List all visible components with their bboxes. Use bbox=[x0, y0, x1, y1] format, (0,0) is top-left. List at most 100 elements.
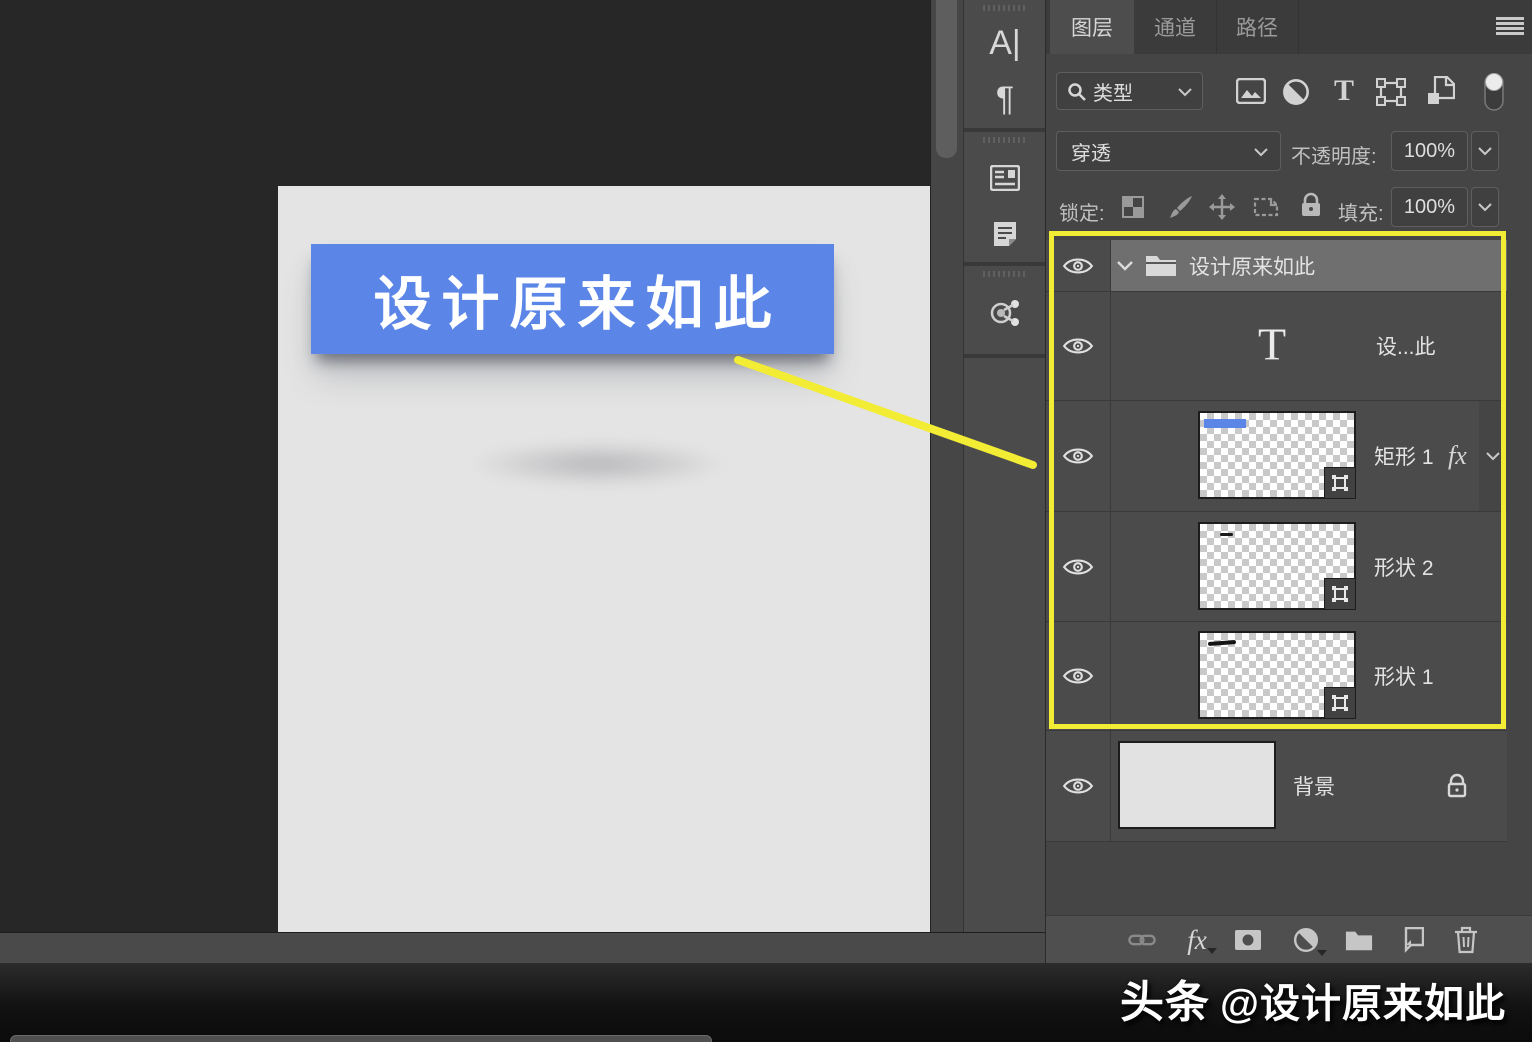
layer-row-shape2[interactable]: 形状 2 bbox=[1046, 512, 1507, 622]
graphics-share-icon[interactable] bbox=[964, 284, 1046, 342]
panel-icon-dock: A| ¶ bbox=[963, 0, 1046, 932]
blend-mode-value: 穿透 bbox=[1071, 137, 1111, 166]
new-group-icon[interactable] bbox=[1345, 926, 1373, 954]
layer-fx-label: fx bbox=[1448, 441, 1467, 471]
document-status-bar bbox=[0, 932, 1045, 964]
vector-mask-badge bbox=[1324, 578, 1356, 610]
filter-type-label: 类型 bbox=[1093, 77, 1133, 106]
opacity-dropdown-button[interactable] bbox=[1471, 131, 1499, 171]
lock-all-icon[interactable] bbox=[1300, 192, 1322, 223]
layer-thumbnail[interactable] bbox=[1118, 741, 1276, 829]
layer-row-text[interactable]: T 设...此 bbox=[1046, 292, 1507, 401]
flyout-triangle bbox=[1317, 950, 1327, 956]
lock-label: 锁定: bbox=[1059, 197, 1105, 226]
canvas-vertical-scrollbar[interactable] bbox=[930, 0, 964, 932]
vector-mask-badge bbox=[1324, 467, 1356, 499]
residual-shadow-artwork bbox=[468, 441, 728, 487]
visibility-toggle[interactable] bbox=[1046, 512, 1111, 621]
layer-filter-type-select[interactable]: 类型 bbox=[1056, 72, 1203, 110]
dock-grip[interactable] bbox=[983, 5, 1027, 11]
vertical-scrollbar-thumb[interactable] bbox=[936, 0, 957, 158]
layer-name-group[interactable]: 设计原来如此 bbox=[1189, 251, 1315, 281]
filter-image-icon[interactable] bbox=[1236, 78, 1266, 106]
fill-dropdown-button[interactable] bbox=[1471, 187, 1499, 227]
fill-value-field[interactable]: 100% bbox=[1391, 187, 1468, 227]
chevron-down-icon bbox=[1478, 147, 1492, 156]
chevron-down-icon bbox=[1178, 88, 1192, 97]
watermark-handle: @设计原来如此 bbox=[1220, 982, 1506, 1026]
link-layers-icon[interactable] bbox=[1128, 926, 1156, 954]
workspace-area: 设计原来如此 bbox=[0, 0, 930, 932]
character-glyph: A| bbox=[989, 26, 1021, 60]
layer-thumbnail[interactable] bbox=[1198, 522, 1356, 610]
character-panel-icon[interactable]: A| bbox=[964, 18, 1046, 68]
tab-layers-label: 图层 bbox=[1071, 12, 1113, 42]
layer-name-shape2[interactable]: 形状 2 bbox=[1374, 552, 1434, 582]
effects-collapse-button[interactable] bbox=[1479, 401, 1507, 511]
adjustment-layer-icon[interactable] bbox=[1292, 926, 1320, 954]
fill-label: 填充: bbox=[1338, 197, 1384, 226]
eye-icon bbox=[1062, 776, 1094, 796]
panel-menu-icon[interactable] bbox=[1496, 17, 1524, 37]
background-lock-icon[interactable] bbox=[1446, 773, 1468, 799]
layer-row-group[interactable]: 设计原来如此 bbox=[1046, 240, 1507, 292]
group-expand-chevron[interactable] bbox=[1116, 260, 1134, 272]
thumbnail-blue-bar bbox=[1204, 419, 1246, 428]
paragraph-glyph: ¶ bbox=[996, 82, 1014, 116]
visibility-toggle[interactable] bbox=[1046, 622, 1111, 730]
tab-channels[interactable]: 通道 bbox=[1134, 0, 1217, 54]
artwork-button-text: 设计原来如此 bbox=[363, 257, 781, 341]
watermark: 头条@设计原来如此 bbox=[1120, 966, 1506, 1030]
filter-text-icon[interactable]: T bbox=[1331, 76, 1357, 106]
layer-row-shape1[interactable]: 形状 1 bbox=[1046, 622, 1507, 731]
tab-paths[interactable]: 路径 bbox=[1216, 0, 1299, 54]
lock-transparency-icon[interactable] bbox=[1122, 196, 1144, 223]
lock-artboard-icon[interactable] bbox=[1252, 195, 1280, 224]
glyphs-panel-icon[interactable] bbox=[964, 156, 1046, 200]
paragraph-panel-icon[interactable]: ¶ bbox=[964, 74, 1046, 124]
filter-adjustment-icon[interactable] bbox=[1282, 78, 1310, 106]
layer-name-text[interactable]: 设...此 bbox=[1376, 331, 1436, 361]
opacity-value-field[interactable]: 100% bbox=[1391, 131, 1468, 171]
eye-icon bbox=[1062, 256, 1094, 276]
layer-name-rect1[interactable]: 矩形 1 bbox=[1374, 441, 1434, 471]
dock-group-type: A| ¶ bbox=[964, 0, 1046, 132]
watermark-brand: 头条 bbox=[1120, 978, 1210, 1027]
layer-thumbnail[interactable] bbox=[1198, 411, 1356, 499]
layer-style-fx-icon[interactable]: fx bbox=[1183, 926, 1211, 954]
bottom-bar: 头条@设计原来如此 bbox=[0, 963, 1532, 1042]
filter-smartobject-icon[interactable] bbox=[1427, 76, 1455, 106]
lock-position-icon[interactable] bbox=[1209, 194, 1235, 225]
opacity-value: 100% bbox=[1404, 140, 1455, 163]
layer-name-shape1[interactable]: 形状 1 bbox=[1374, 661, 1434, 691]
dock-grip[interactable] bbox=[983, 271, 1027, 277]
blend-mode-select[interactable]: 穿透 bbox=[1056, 131, 1281, 171]
delete-layer-icon[interactable] bbox=[1452, 926, 1480, 954]
dock-group-info bbox=[964, 132, 1046, 266]
notes-panel-icon[interactable] bbox=[964, 212, 1046, 256]
dock-grip[interactable] bbox=[983, 137, 1027, 143]
filter-toggle-switch[interactable] bbox=[1483, 72, 1505, 112]
layers-panel: 图层 通道 路径 类型 bbox=[1045, 0, 1532, 963]
tab-channels-label: 通道 bbox=[1154, 12, 1196, 42]
eye-icon bbox=[1062, 666, 1094, 686]
fill-value: 100% bbox=[1404, 196, 1455, 219]
tab-layers[interactable]: 图层 bbox=[1050, 0, 1134, 54]
layer-thumbnail[interactable] bbox=[1198, 631, 1356, 719]
lock-pixels-brush-icon[interactable] bbox=[1168, 194, 1194, 225]
text-layer-thumbnail[interactable]: T bbox=[1258, 317, 1286, 370]
new-layer-icon[interactable] bbox=[1397, 926, 1425, 954]
visibility-toggle[interactable] bbox=[1046, 731, 1111, 841]
thumbnail-mark bbox=[1208, 640, 1236, 646]
layer-name-background[interactable]: 背景 bbox=[1293, 771, 1335, 801]
chevron-down-icon bbox=[1486, 452, 1500, 461]
visibility-toggle[interactable] bbox=[1046, 292, 1111, 400]
add-mask-icon[interactable] bbox=[1234, 926, 1262, 954]
horizontal-scrollbar-thumb[interactable] bbox=[10, 1035, 712, 1042]
visibility-toggle[interactable] bbox=[1046, 240, 1111, 291]
layer-row-background[interactable]: 背景 bbox=[1046, 731, 1507, 842]
layer-row-rect1[interactable]: 矩形 1 fx bbox=[1046, 401, 1507, 512]
visibility-toggle[interactable] bbox=[1046, 401, 1111, 511]
filter-shape-icon[interactable] bbox=[1376, 78, 1406, 106]
document-canvas[interactable]: 设计原来如此 bbox=[278, 186, 930, 932]
